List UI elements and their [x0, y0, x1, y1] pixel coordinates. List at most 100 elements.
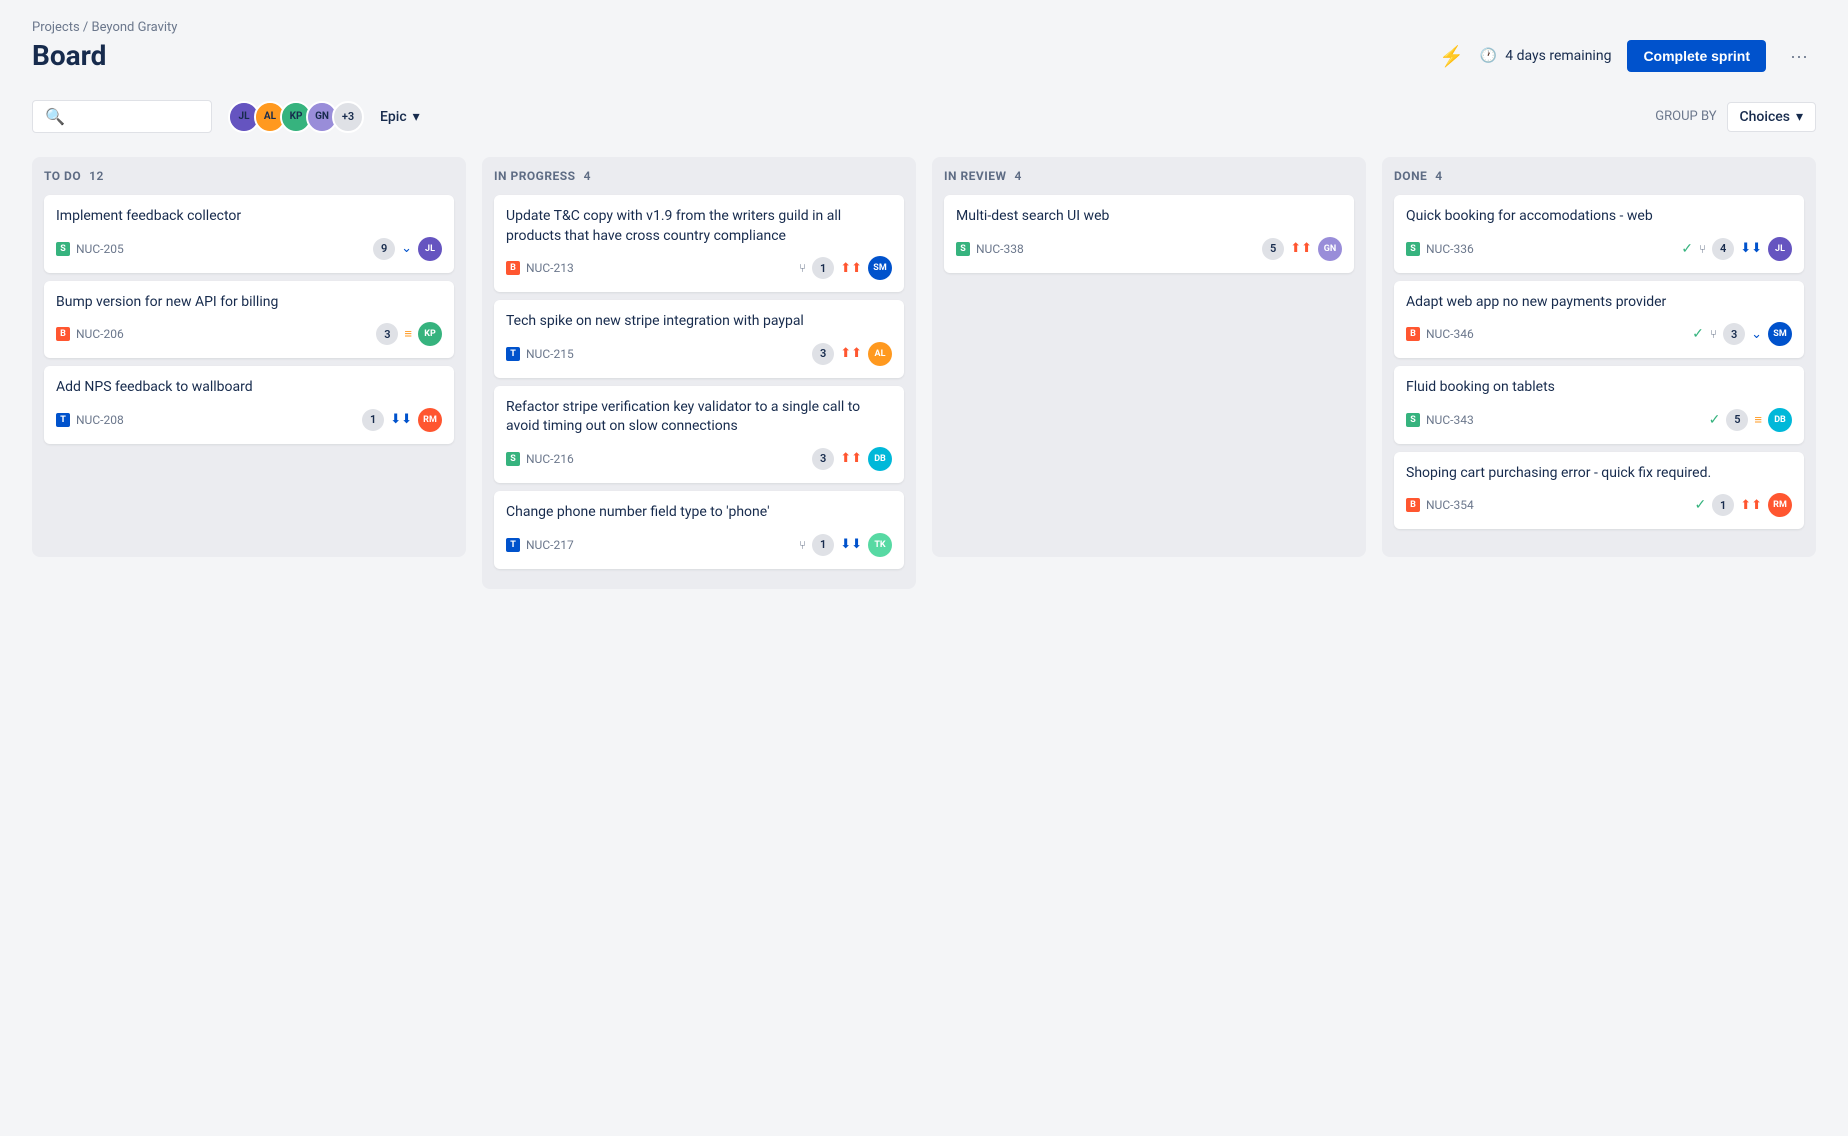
card-title: Update T&C copy with v1.9 from the write…	[506, 207, 892, 246]
card-meta: B NUC-206	[56, 327, 124, 341]
column-title: TO DO	[44, 169, 81, 183]
column-count: 4	[1435, 169, 1442, 183]
card-NUC-213[interactable]: Update T&C copy with v1.9 from the write…	[494, 195, 904, 292]
group-by-label: GROUP BY	[1655, 109, 1716, 124]
epic-filter[interactable]: Epic ▾	[380, 109, 420, 125]
lightning-icon: ⚡	[1439, 44, 1464, 68]
card-badge: 4	[1712, 238, 1734, 260]
branch-icon: ⑂	[799, 538, 806, 552]
column-title: IN REVIEW	[944, 169, 1007, 183]
priority-high-icon: ⬆⬆	[840, 451, 862, 466]
card-badge: 1	[812, 534, 834, 556]
priority-down-icon: ⌄	[401, 241, 412, 256]
card-badge: 1	[362, 409, 384, 431]
card-badge: 1	[812, 257, 834, 279]
card-meta: S NUC-216	[506, 452, 574, 466]
card-right: ⑂ 1 ⬆⬆ SM	[799, 256, 892, 280]
column-todo: TO DO 12 Implement feedback collector S …	[32, 157, 466, 557]
column-title: DONE	[1394, 169, 1427, 183]
card-avatar: DB	[868, 447, 892, 471]
card-badge: 1	[1712, 494, 1734, 516]
card-title: Change phone number field type to 'phone…	[506, 503, 892, 523]
card-right: ⑂ 1 ⬇⬇ TK	[799, 533, 892, 557]
card-NUC-336[interactable]: Quick booking for accomodations - web S …	[1394, 195, 1804, 273]
column-done: DONE 4 Quick booking for accomodations -…	[1382, 157, 1816, 557]
card-title: Adapt web app no new payments provider	[1406, 293, 1792, 313]
priority-down-double-icon: ⬇⬇	[840, 537, 862, 552]
card-avatar: AL	[868, 342, 892, 366]
priority-down-double-icon: ⬇⬇	[390, 412, 412, 427]
search-icon: 🔍	[45, 107, 65, 126]
breadcrumb: Projects / Beyond Gravity	[32, 20, 177, 35]
avatars-group: JL AL KP GN +3	[228, 101, 364, 133]
chevron-down-icon: ▾	[413, 109, 420, 125]
choices-label: Choices	[1740, 109, 1790, 125]
card-meta: T NUC-215	[506, 347, 574, 361]
card-NUC-346[interactable]: Adapt web app no new payments provider B…	[1394, 281, 1804, 359]
column-title: IN PROGRESS	[494, 169, 576, 183]
priority-high-icon: ⬆⬆	[840, 261, 862, 276]
card-meta: S NUC-338	[956, 242, 1024, 256]
card-NUC-338[interactable]: Multi-dest search UI web S NUC-338 5 ⬆⬆ …	[944, 195, 1354, 273]
issue-id: NUC-343	[1426, 413, 1474, 427]
card-NUC-216[interactable]: Refactor stripe verification key validat…	[494, 386, 904, 483]
avatar-count[interactable]: +3	[332, 101, 364, 133]
column-header-todo: TO DO 12	[44, 169, 454, 183]
issue-id: NUC-216	[526, 452, 574, 466]
branch-icon: ⑂	[799, 261, 806, 275]
issue-id: NUC-336	[1426, 242, 1474, 256]
card-NUC-343[interactable]: Fluid booking on tablets S NUC-343 ✓ 5 ≡…	[1394, 366, 1804, 444]
complete-sprint-button[interactable]: Complete sprint	[1627, 40, 1766, 72]
card-title: Quick booking for accomodations - web	[1406, 207, 1792, 227]
card-title: Shoping cart purchasing error - quick fi…	[1406, 464, 1792, 484]
card-NUC-217[interactable]: Change phone number field type to 'phone…	[494, 491, 904, 569]
priority-high-icon: ⬆⬆	[1290, 241, 1312, 256]
card-right: ✓ 1 ⬆⬆ RM	[1694, 493, 1792, 517]
card-right: 5 ⬆⬆ GN	[1262, 237, 1342, 261]
card-avatar: JL	[418, 237, 442, 261]
card-avatar: SM	[1768, 322, 1792, 346]
column-count: 4	[584, 169, 591, 183]
column-header-done: DONE 4	[1394, 169, 1804, 183]
card-title: Implement feedback collector	[56, 207, 442, 227]
card-title: Fluid booking on tablets	[1406, 378, 1792, 398]
column-count: 4	[1015, 169, 1022, 183]
more-options-button[interactable]: ···	[1782, 42, 1816, 71]
card-badge: 5	[1262, 238, 1284, 260]
card-right: 3 ≡ KP	[376, 322, 442, 346]
issue-id: NUC-213	[526, 261, 574, 275]
card-right: ✓ ⑂ 4 ⬇⬇ JL	[1681, 237, 1792, 261]
card-right: 3 ⬆⬆ AL	[812, 342, 892, 366]
branch-icon: ⑂	[1710, 327, 1717, 341]
card-right: ✓ 5 ≡ DB	[1709, 408, 1792, 432]
card-NUC-205[interactable]: Implement feedback collector S NUC-205 9…	[44, 195, 454, 273]
card-NUC-215[interactable]: Tech spike on new stripe integration wit…	[494, 300, 904, 378]
sprint-info: 🕐 4 days remaining	[1480, 48, 1612, 64]
priority-down-icon: ⌄	[1751, 327, 1762, 342]
choices-dropdown[interactable]: Choices ▾	[1727, 102, 1816, 132]
card-avatar: DB	[1768, 408, 1792, 432]
page-title: Board	[32, 39, 177, 72]
card-avatar: RM	[418, 408, 442, 432]
card-right: ✓ ⑂ 3 ⌄ SM	[1692, 322, 1792, 346]
issue-id: NUC-215	[526, 347, 574, 361]
card-meta: S NUC-343	[1406, 413, 1474, 427]
column-inreview: IN REVIEW 4 Multi-dest search UI web S N…	[932, 157, 1366, 557]
card-title: Multi-dest search UI web	[956, 207, 1342, 227]
issue-id: NUC-208	[76, 413, 124, 427]
search-box: 🔍	[32, 100, 212, 133]
column-header-inreview: IN REVIEW 4	[944, 169, 1354, 183]
card-badge: 3	[1723, 323, 1745, 345]
chevron-down-icon: ▾	[1796, 109, 1803, 125]
card-NUC-354[interactable]: Shoping cart purchasing error - quick fi…	[1394, 452, 1804, 530]
issue-id: NUC-346	[1426, 327, 1474, 341]
card-NUC-208[interactable]: Add NPS feedback to wallboard T NUC-208 …	[44, 366, 454, 444]
search-input[interactable]	[73, 109, 193, 125]
card-title: Bump version for new API for billing	[56, 293, 442, 313]
card-badge: 9	[373, 238, 395, 260]
card-badge: 5	[1726, 409, 1748, 431]
issue-id: NUC-217	[526, 538, 574, 552]
card-NUC-206[interactable]: Bump version for new API for billing B N…	[44, 281, 454, 359]
card-right: 9 ⌄ JL	[373, 237, 442, 261]
priority-medium-icon: ≡	[1754, 412, 1762, 428]
